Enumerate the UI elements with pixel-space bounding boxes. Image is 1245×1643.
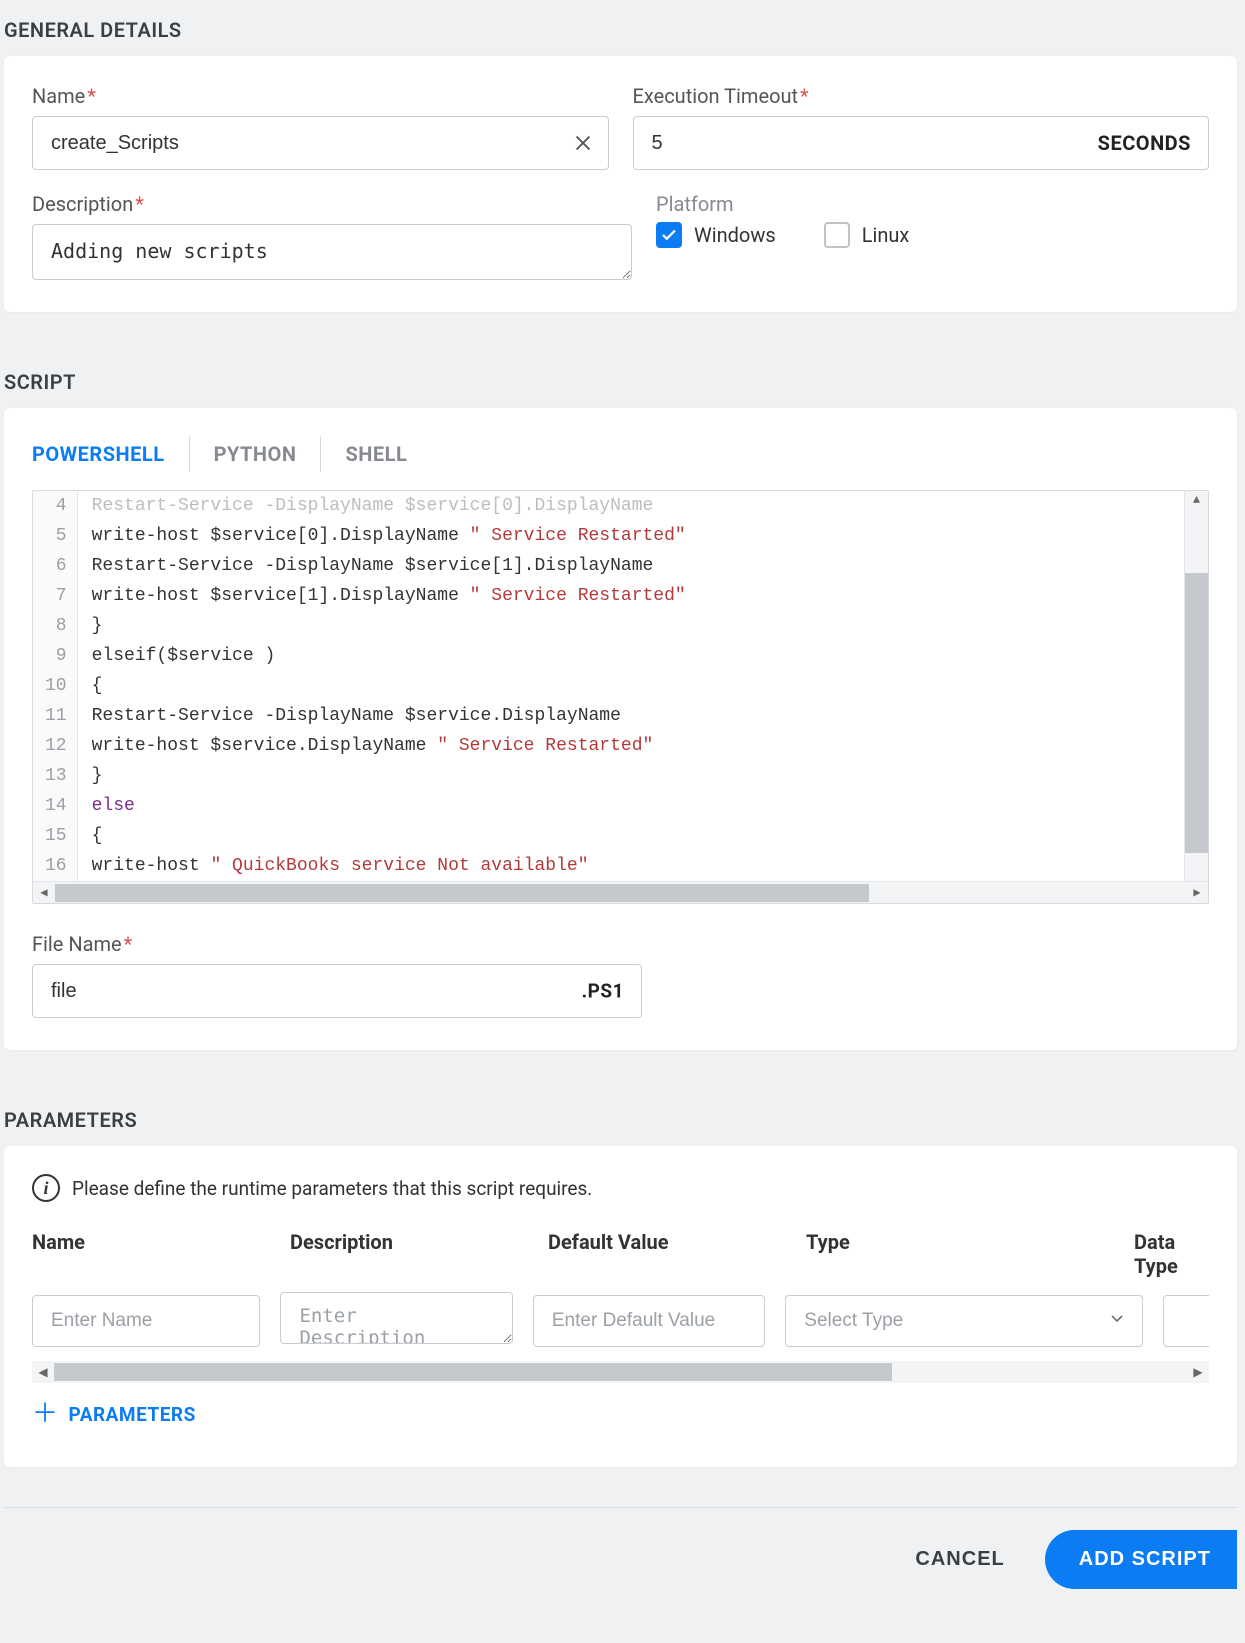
scroll-up-icon[interactable]: ▲ <box>1185 491 1208 509</box>
section-title-parameters: PARAMETERS <box>0 1090 1241 1146</box>
script-language-tabs: POWERSHELL PYTHON SHELL <box>32 436 1209 472</box>
file-name-label-text: File Name <box>32 932 122 956</box>
required-star: * <box>87 84 96 108</box>
editor-code-area[interactable]: Restart-Service -DisplayName $service[0]… <box>78 491 1208 881</box>
name-label-text: Name <box>32 84 85 108</box>
editor-horizontal-scrollbar[interactable]: ◀ ▶ <box>33 881 1208 903</box>
param-description-input[interactable] <box>280 1292 512 1344</box>
param-datatype-select[interactable] <box>1163 1295 1209 1347</box>
platform-linux-label: Linux <box>862 223 910 247</box>
description-label-text: Description <box>32 192 133 216</box>
general-details-panel: Name* Execution Timeout* SECONDS <box>4 56 1237 312</box>
param-header-default: Default Value <box>548 1230 778 1278</box>
script-panel: POWERSHELL PYTHON SHELL 4567891011121314… <box>4 408 1237 1050</box>
param-header-datatype: Data Type <box>1134 1230 1209 1278</box>
scroll-right-icon[interactable]: ▶ <box>1187 1361 1209 1383</box>
parameter-row <box>32 1292 1209 1353</box>
scroll-left-icon[interactable]: ◀ <box>33 882 55 903</box>
param-header-type: Type <box>806 1230 1106 1278</box>
required-star: * <box>135 192 144 216</box>
editor-gutter: 4567891011121314151617 <box>33 491 78 881</box>
code-editor[interactable]: 4567891011121314151617 Restart-Service -… <box>32 490 1209 904</box>
param-name-input[interactable] <box>32 1295 260 1347</box>
parameters-horizontal-scrollbar[interactable]: ◀ ▶ <box>32 1361 1209 1383</box>
platform-windows-checkbox[interactable]: Windows <box>656 222 776 248</box>
file-name-label: File Name* <box>32 932 642 956</box>
add-script-button[interactable]: ADD SCRIPT <box>1045 1530 1237 1589</box>
name-label: Name* <box>32 84 609 108</box>
scroll-right-icon[interactable]: ▶ <box>1186 882 1208 903</box>
scroll-thumb[interactable] <box>1185 573 1208 853</box>
platform-label: Platform <box>656 192 1209 216</box>
section-title-general: GENERAL DETAILS <box>0 0 1241 56</box>
add-parameters-label: PARAMETERS <box>69 1403 196 1426</box>
description-label: Description* <box>32 192 632 216</box>
footer-actions: CANCEL ADD SCRIPT <box>4 1507 1237 1589</box>
timeout-input[interactable] <box>633 116 1210 170</box>
info-icon: i <box>32 1174 60 1202</box>
required-star: * <box>800 84 809 108</box>
editor-vertical-scrollbar[interactable]: ▲ ▼ <box>1184 491 1208 881</box>
cancel-button[interactable]: CANCEL <box>903 1534 1016 1585</box>
required-star: * <box>124 932 133 956</box>
tab-python[interactable]: PYTHON <box>190 436 322 472</box>
parameters-header-row: Name Description Default Value Type Data… <box>32 1230 1209 1278</box>
scroll-thumb[interactable] <box>55 884 869 902</box>
platform-windows-label: Windows <box>694 223 776 247</box>
param-header-description: Description <box>290 1230 520 1278</box>
platform-linux-checkbox[interactable]: Linux <box>824 222 910 248</box>
section-title-script: SCRIPT <box>0 352 1241 408</box>
scroll-left-icon[interactable]: ◀ <box>32 1361 54 1383</box>
param-header-name: Name <box>32 1230 262 1278</box>
parameters-panel: i Please define the runtime parameters t… <box>4 1146 1237 1467</box>
scroll-thumb[interactable] <box>54 1363 892 1381</box>
add-parameters-button[interactable]: ＋ PARAMETERS <box>32 1401 1209 1427</box>
check-icon <box>656 222 682 248</box>
description-input[interactable]: Adding new scripts <box>32 224 632 280</box>
name-input[interactable] <box>32 116 609 170</box>
clear-name-icon[interactable] <box>569 129 597 157</box>
parameters-info-text: Please define the runtime parameters tha… <box>72 1177 592 1200</box>
param-default-input[interactable] <box>533 1295 765 1347</box>
param-type-select[interactable] <box>785 1295 1143 1347</box>
timeout-label-text: Execution Timeout <box>633 84 799 108</box>
plus-icon: ＋ <box>32 1401 59 1427</box>
check-icon <box>824 222 850 248</box>
tab-shell[interactable]: SHELL <box>321 436 431 472</box>
file-name-input[interactable] <box>32 964 642 1018</box>
timeout-label: Execution Timeout* <box>633 84 1210 108</box>
tab-powershell[interactable]: POWERSHELL <box>32 436 190 472</box>
